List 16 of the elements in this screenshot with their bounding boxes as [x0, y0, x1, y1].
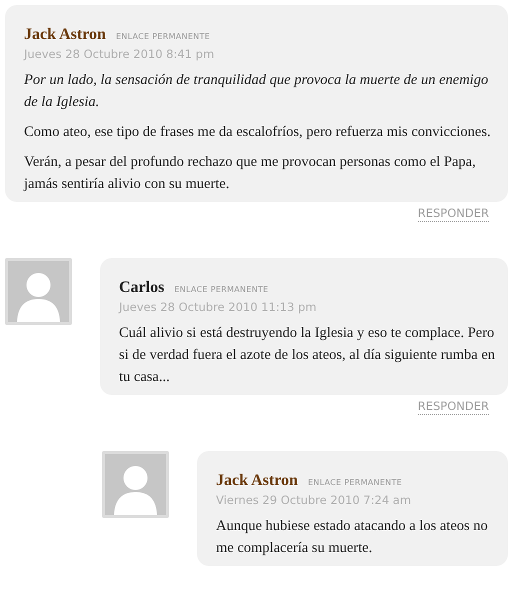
reply-link[interactable]: RESPONDER — [418, 399, 489, 415]
comment-text: Cuál alivio si está destruyendo la Iglesia y eso te complace. Pero si de verdad fuera el azote de los ateos, al día siguiente rumba en tu casa... — [119, 324, 496, 387]
permalink[interactable]: ENLACE PERMANENTE — [308, 478, 402, 487]
comment-date: Viernes 29 Octubre 2010 7:24 am — [216, 493, 412, 507]
comment-date: Jueves 28 Octubre 2010 8:41 pm — [24, 47, 216, 61]
comment-text: Aunque hubiese estado atacando a los ateos no me complacería su muerte. — [216, 517, 489, 558]
comment-text: Verán, a pesar del profundo rechazo que me provocan personas como el Papa, jamás sentiría alivio con su muerte. — [24, 153, 477, 194]
comment-text: Como ateo, ese tipo de frases me da escalofríos, pero refuerza mis convicciones. — [24, 123, 492, 142]
author-name: Jack Astron — [24, 26, 106, 44]
reply-link[interactable]: RESPONDER — [418, 206, 489, 222]
comment-date: Jueves 28 Octubre 2010 11:13 pm — [119, 300, 318, 314]
author-name: Carlos — [119, 279, 164, 297]
permalink[interactable]: ENLACE PERMANENTE — [174, 285, 268, 294]
permalink[interactable]: ENLACE PERMANENTE — [116, 32, 210, 41]
author-name: Jack Astron — [216, 472, 298, 490]
quote-text: Por un lado, la sensación de tranquilidad que provoca la muerte de un enemigo de la Iglesia. — [24, 71, 490, 112]
